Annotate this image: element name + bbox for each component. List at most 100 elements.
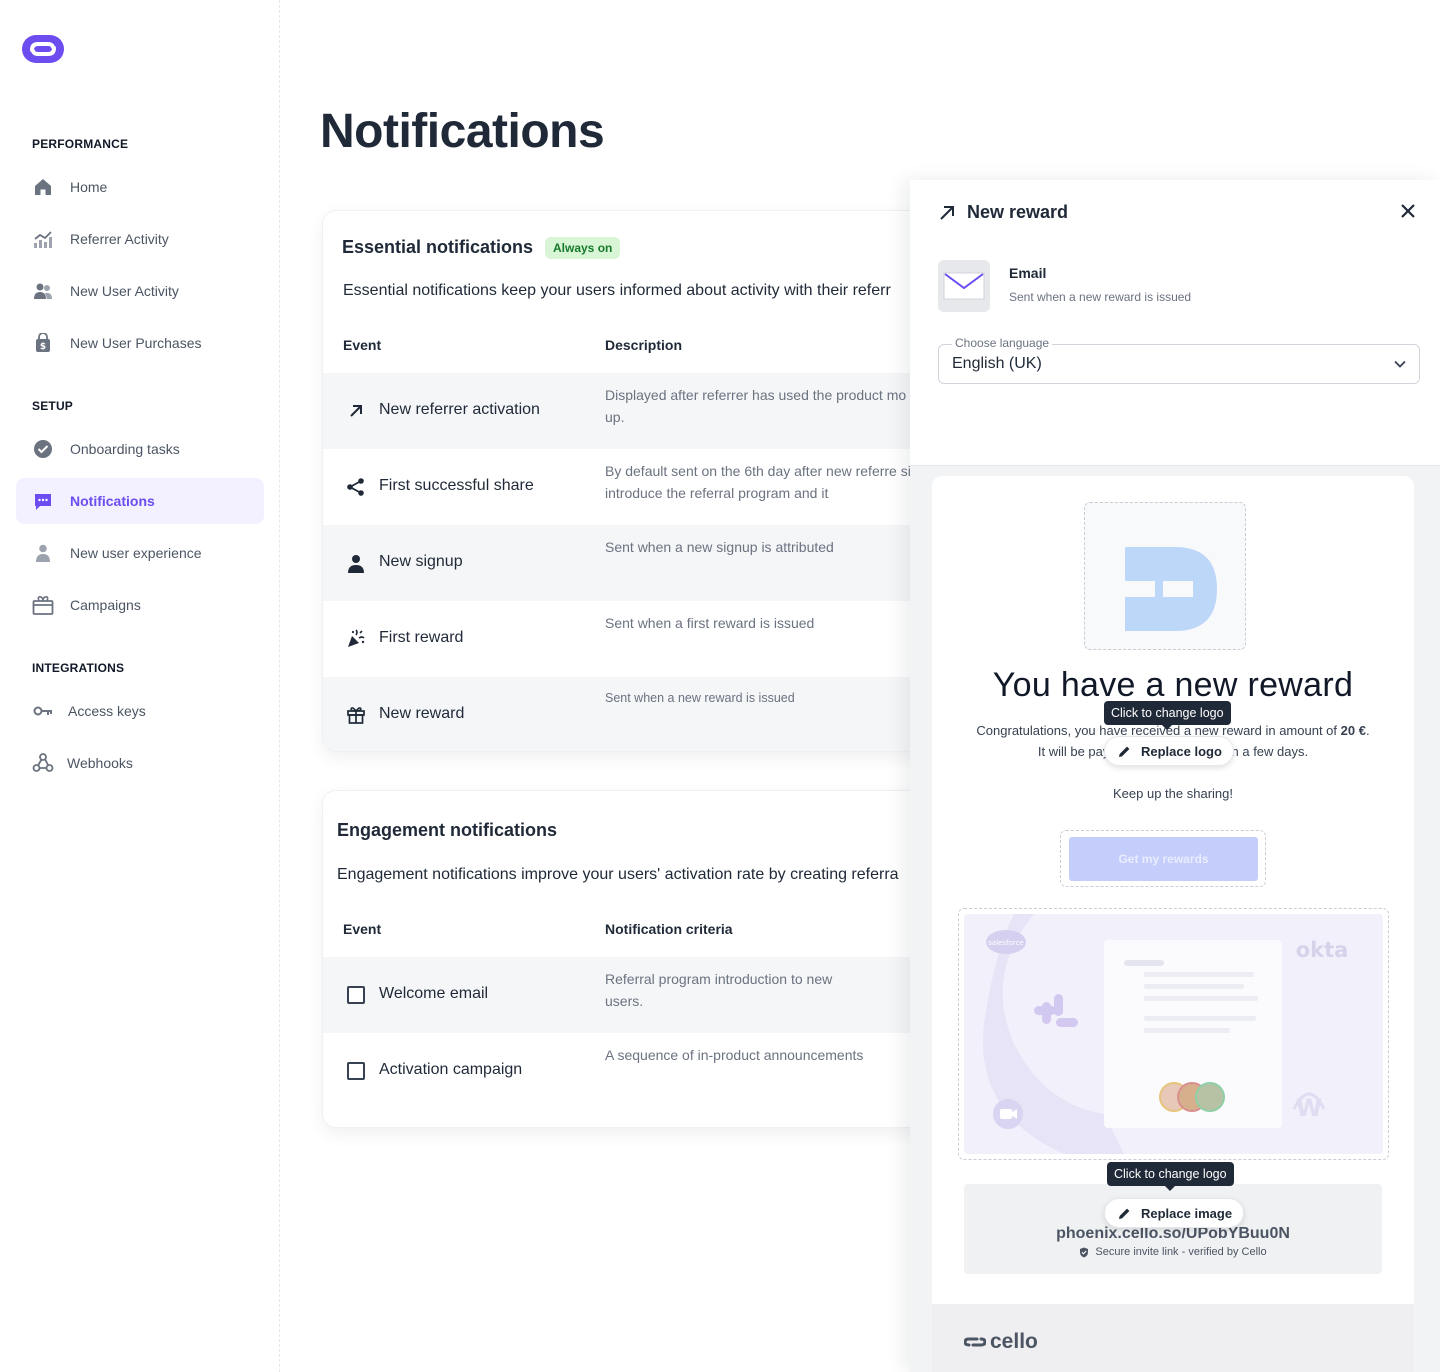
- gift-box-icon: [32, 594, 54, 616]
- replace-image-button[interactable]: Replace image: [1104, 1198, 1245, 1228]
- cello-footer-brand: cello: [964, 1330, 1038, 1354]
- reward-body-line3: Keep up the sharing!: [1113, 786, 1233, 801]
- svg-text:$: $: [40, 342, 46, 352]
- col-description: Description: [605, 337, 683, 353]
- sidebar: PERFORMANCE Home Referrer Activity New U…: [0, 0, 280, 1372]
- users-icon: [32, 280, 54, 302]
- essential-title: Essential notifications: [342, 237, 534, 257]
- zoom-logo-icon: [993, 1099, 1023, 1129]
- section-setup: SETUP: [32, 399, 74, 413]
- key-icon: [32, 700, 54, 722]
- cello-logo-icon: [964, 1337, 986, 1347]
- cta-slot: Get my rewards: [1060, 830, 1266, 887]
- replace-logo-button[interactable]: Replace logo: [1104, 736, 1234, 766]
- webflow-logo-icon: W: [1292, 1092, 1326, 1122]
- sidebar-item-label: Access keys: [68, 703, 146, 719]
- col-event: Event: [343, 921, 382, 937]
- arrow-up-right-icon: [940, 206, 954, 220]
- email-channel-tile: [938, 260, 990, 312]
- hero-image: salesforce okta W: [964, 914, 1383, 1154]
- hero-image-slot[interactable]: salesforce okta W: [958, 908, 1389, 1160]
- col-notification-criteria: Notification criteria: [605, 921, 733, 937]
- event-description: Referral program introduction to new use…: [605, 971, 833, 1009]
- event-label: New signup: [379, 553, 463, 570]
- logo-tooltip: Click to change logo: [1104, 701, 1231, 730]
- close-icon[interactable]: [1398, 201, 1418, 221]
- sidebar-item-home[interactable]: Home: [16, 164, 264, 210]
- envelope-icon: [943, 272, 985, 300]
- gift-icon: [345, 704, 367, 726]
- event-label: Activation campaign: [379, 1061, 523, 1078]
- sidebar-item-webhooks[interactable]: Webhooks: [16, 740, 264, 786]
- new-reward-drawer: New reward Email Sent when a new reward …: [910, 180, 1440, 1372]
- purchase-bag-icon: $: [32, 332, 54, 354]
- person-icon: [345, 553, 367, 575]
- cello-logo[interactable]: [20, 33, 66, 65]
- slack-logo-icon: [1034, 994, 1078, 1027]
- event-label: First reward: [379, 629, 464, 646]
- language-select[interactable]: English (UK): [938, 344, 1420, 384]
- sidebar-item-label: New User Purchases: [70, 335, 202, 351]
- page-title: Notifications: [320, 105, 605, 158]
- chat-bubble-icon: [32, 490, 54, 512]
- user-icon: [32, 542, 54, 564]
- language-value: English (UK): [952, 355, 1042, 372]
- replace-logo-label: Replace logo: [1141, 743, 1222, 759]
- replace-image-label: Replace image: [1141, 1205, 1233, 1221]
- sidebar-item-campaigns[interactable]: Campaigns: [16, 582, 264, 628]
- channel-subtitle: Sent when a new reward is issued: [1009, 290, 1192, 304]
- salesforce-logo-icon: salesforce: [986, 930, 1026, 954]
- email-footer: cello: [932, 1304, 1414, 1372]
- sidebar-item-referrer-activity[interactable]: Referrer Activity: [16, 216, 264, 262]
- share-icon: [345, 476, 367, 498]
- okta-logo: okta: [1296, 938, 1349, 962]
- event-label: New referrer activation: [379, 401, 540, 418]
- activation-campaign-checkbox[interactable]: [345, 1060, 367, 1082]
- reward-amount: 20 €: [1340, 723, 1366, 738]
- get-my-rewards-button[interactable]: Get my rewards: [1069, 837, 1258, 881]
- event-label: New reward: [379, 705, 465, 722]
- chevron-down-icon: [1394, 360, 1406, 368]
- sidebar-item-label: Home: [70, 179, 108, 195]
- placeholder-logo-icon: [1125, 547, 1217, 631]
- sidebar-item-access-keys[interactable]: Access keys: [16, 688, 264, 734]
- engagement-title: Engagement notifications: [337, 820, 558, 840]
- invite-secure-note: Secure invite link - verified by Cello: [964, 1246, 1382, 1258]
- hero-illustration: salesforce okta W: [983, 914, 1349, 1154]
- shield-check-icon: [1080, 1247, 1089, 1257]
- pencil-icon: [1119, 746, 1130, 757]
- logo-slot[interactable]: [1084, 502, 1246, 650]
- party-popper-icon: [345, 628, 367, 650]
- sidebar-item-onboarding-tasks[interactable]: Onboarding tasks: [16, 426, 264, 472]
- avatar-group: [1159, 1082, 1225, 1112]
- drawer-title: New reward: [967, 202, 1069, 222]
- sidebar-item-label: Notifications: [70, 493, 155, 509]
- sidebar-item-new-user-activity[interactable]: New User Activity: [16, 268, 264, 314]
- check-circle-icon: [32, 438, 54, 460]
- svg-text:W: W: [1296, 1094, 1322, 1122]
- channel-title: Email: [1009, 265, 1047, 281]
- sidebar-item-notifications[interactable]: Notifications: [16, 478, 264, 524]
- sidebar-item-label: Campaigns: [70, 597, 141, 613]
- pencil-icon: [1119, 1208, 1130, 1219]
- sidebar-item-label: Webhooks: [67, 755, 133, 771]
- language-label: Choose language: [952, 336, 1053, 350]
- section-performance: PERFORMANCE: [32, 137, 129, 151]
- sidebar-item-label: Onboarding tasks: [70, 441, 180, 457]
- col-event: Event: [343, 337, 382, 353]
- email-preview: Click to change logo Replace logo You ha…: [932, 476, 1414, 1304]
- sidebar-item-label: New user experience: [70, 545, 202, 561]
- engagement-description: Engagement notifications improve your us…: [337, 866, 899, 883]
- arrow-up-right-icon: [345, 400, 367, 422]
- event-label: Welcome email: [379, 985, 489, 1002]
- always-on-badge: Always on: [545, 237, 621, 259]
- event-label: First successful share: [379, 477, 534, 494]
- sidebar-item-new-user-experience[interactable]: New user experience: [16, 530, 264, 576]
- chart-icon: [32, 228, 54, 250]
- sidebar-item-label: New User Activity: [70, 283, 179, 299]
- sidebar-item-new-user-purchases[interactable]: $ New User Purchases: [16, 320, 264, 366]
- sidebar-item-label: Referrer Activity: [70, 231, 169, 247]
- webhook-icon: [32, 752, 54, 774]
- welcome-email-checkbox[interactable]: [345, 984, 367, 1006]
- essential-description: Essential notifications keep your users …: [343, 282, 891, 299]
